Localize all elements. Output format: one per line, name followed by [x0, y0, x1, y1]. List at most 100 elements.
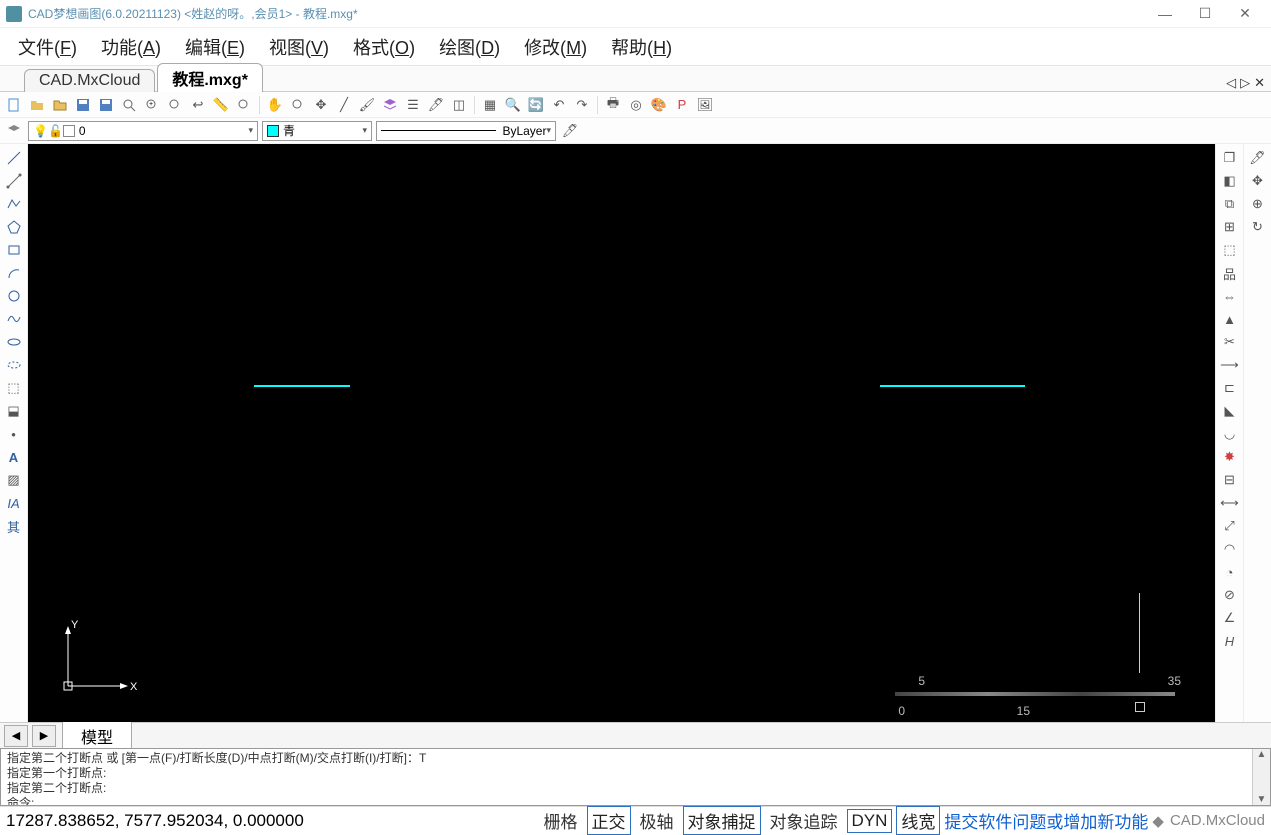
point-icon[interactable]: • [4, 424, 24, 444]
layer-manager-icon[interactable] [4, 121, 24, 141]
table-icon[interactable]: ▦ [480, 95, 500, 115]
polygon-icon[interactable] [4, 217, 24, 237]
mirror-icon[interactable]: ◧ [1220, 171, 1240, 191]
copy-icon[interactable]: ✥ [1248, 171, 1268, 191]
rotate-icon[interactable]: ↻ [1248, 217, 1268, 237]
maximize-button[interactable]: ☐ [1185, 0, 1225, 28]
arc-icon[interactable] [4, 263, 24, 283]
move2-icon[interactable]: ⊕ [1248, 194, 1268, 214]
image-icon[interactable]: 🖼 [695, 95, 715, 115]
array-icon[interactable]: ⊞ [1220, 217, 1240, 237]
layer-dropdown[interactable]: 💡🔓 0 ▾ [28, 121, 258, 141]
align-icon[interactable]: ⊟ [1220, 470, 1240, 490]
menu-help[interactable]: 帮助(H) [599, 30, 684, 64]
zoom-window-icon[interactable] [165, 95, 185, 115]
layout-next-button[interactable]: ▶ [32, 725, 56, 747]
zoom-extents-icon[interactable] [119, 95, 139, 115]
hatch-icon[interactable]: ▨ [4, 470, 24, 490]
export-icon[interactable]: ◎ [626, 95, 646, 115]
ellipse-arc-icon[interactable] [4, 355, 24, 375]
new-file-icon[interactable] [4, 95, 24, 115]
color-wheel-icon[interactable]: 🎨 [649, 95, 669, 115]
copy-object-icon[interactable]: ❐ [1220, 148, 1240, 168]
dim-angle-icon[interactable]: ∠ [1220, 608, 1240, 628]
stretch-icon[interactable]: ⇔ [1220, 286, 1240, 306]
mtext-icon[interactable]: IA [4, 493, 24, 513]
color-dropdown[interactable]: 青 ▾ [262, 121, 372, 141]
print-icon[interactable]: 🖶 [603, 95, 623, 115]
polyline-icon[interactable] [4, 194, 24, 214]
model-tab[interactable]: 模型 [62, 721, 132, 751]
status-ortho[interactable]: 正交 [587, 806, 631, 835]
close-button[interactable]: ✕ [1225, 0, 1265, 28]
dim-radius-icon[interactable]: ◔ [1220, 562, 1240, 582]
dim-diameter-icon[interactable]: ⊘ [1220, 585, 1240, 605]
properties-icon[interactable]: ☰ [403, 95, 423, 115]
redo-icon[interactable]: ↷ [572, 95, 592, 115]
group-icon[interactable]: 品 [1220, 263, 1240, 283]
offset-icon[interactable]: ⧉ [1220, 194, 1240, 214]
status-lineweight[interactable]: 线宽 [896, 806, 940, 835]
extend-icon[interactable]: ⟶ [1220, 355, 1240, 375]
match-icon[interactable]: ◫ [449, 95, 469, 115]
paint-icon[interactable]: 🖌 [357, 95, 377, 115]
brush-icon[interactable]: 🖊 [426, 95, 446, 115]
move-icon[interactable]: ✥ [311, 95, 331, 115]
line-icon[interactable] [4, 148, 24, 168]
lineweight-icon[interactable]: 🖊 [560, 121, 580, 141]
dim-linear-icon[interactable]: ⟷ [1220, 493, 1240, 513]
open-folder-icon[interactable] [27, 95, 47, 115]
status-otrack[interactable]: 对象追踪 [765, 806, 843, 835]
menu-format[interactable]: 格式(O) [341, 30, 427, 64]
linetype-dropdown[interactable]: ByLayer ▾ [376, 121, 556, 141]
fillet-icon[interactable]: ◡ [1220, 424, 1240, 444]
pdf-icon[interactable]: P [672, 95, 692, 115]
zoom-in-icon[interactable]: + [142, 95, 162, 115]
drawing-canvas[interactable]: Y X 5 35 0 15 [28, 144, 1215, 722]
command-scrollbar[interactable]: ▲▼ [1252, 749, 1270, 805]
menu-view[interactable]: 视图(V) [257, 30, 341, 64]
doc-tab-tutorial[interactable]: 教程.mxg* [157, 63, 263, 92]
erase-icon[interactable]: 🖊 [1248, 148, 1268, 168]
spline-icon[interactable] [4, 309, 24, 329]
chamfer-icon[interactable]: ◣ [1220, 401, 1240, 421]
status-osnap[interactable]: 对象捕捉 [683, 806, 761, 835]
tab-close-icon[interactable]: ✕ [1254, 75, 1265, 91]
region-icon[interactable]: 其 [4, 516, 24, 536]
replace-icon[interactable]: 🔄 [526, 95, 546, 115]
feedback-link[interactable]: 提交软件问题或增加新功能 [944, 808, 1148, 833]
dim-arc-icon[interactable]: ◠ [1220, 539, 1240, 559]
open-file-icon[interactable] [50, 95, 70, 115]
ray-icon[interactable] [4, 171, 24, 191]
block-insert-icon[interactable]: ⬚ [4, 378, 24, 398]
text-icon[interactable]: A [4, 447, 24, 467]
layers-icon[interactable] [380, 95, 400, 115]
undo-icon[interactable]: ↶ [549, 95, 569, 115]
save-as-icon[interactable] [96, 95, 116, 115]
dim-aligned-icon[interactable]: ⤢ [1220, 516, 1240, 536]
layout-prev-button[interactable]: ◀ [4, 725, 28, 747]
status-dyn[interactable]: DYN [847, 809, 893, 833]
zoom-realtime-icon[interactable] [234, 95, 254, 115]
scale-icon[interactable]: ▲ [1220, 309, 1240, 329]
status-polar[interactable]: 极轴 [635, 806, 679, 835]
zoom-scale-icon[interactable] [288, 95, 308, 115]
menu-draw[interactable]: 绘图(D) [427, 30, 512, 64]
ellipse-icon[interactable] [4, 332, 24, 352]
menu-file[interactable]: 文件(F) [6, 30, 89, 64]
doc-tab-cloud[interactable]: CAD.MxCloud [24, 69, 155, 92]
menu-modify[interactable]: 修改(M) [512, 30, 599, 64]
pan-icon[interactable]: ✋ [265, 95, 285, 115]
circle-icon[interactable] [4, 286, 24, 306]
menu-function[interactable]: 功能(A) [89, 30, 173, 64]
menu-edit[interactable]: 编辑(E) [173, 30, 257, 64]
search-icon[interactable]: 🔍 [503, 95, 523, 115]
trim-icon[interactable]: ✂ [1220, 332, 1240, 352]
select-icon[interactable]: ⬚ [1220, 240, 1240, 260]
leader-icon[interactable]: H [1220, 631, 1240, 651]
line-tool-icon[interactable]: ╱ [334, 95, 354, 115]
status-grid[interactable]: 栅格 [539, 806, 583, 835]
save-icon[interactable] [73, 95, 93, 115]
break-icon[interactable]: ⊏ [1220, 378, 1240, 398]
minimize-button[interactable]: — [1145, 0, 1185, 28]
